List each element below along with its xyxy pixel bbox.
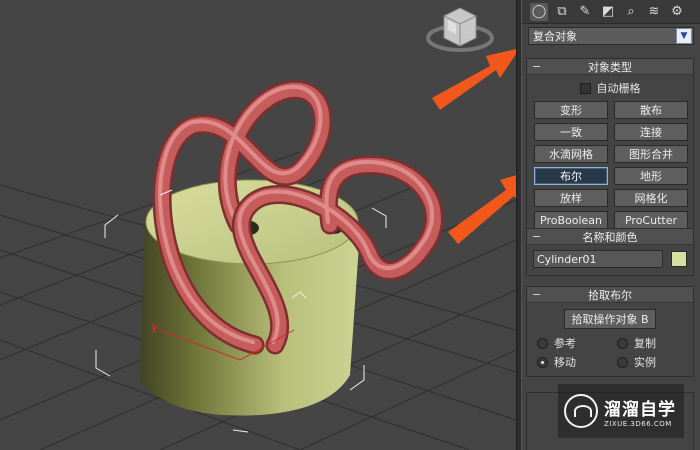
radio-move-label: 移动 bbox=[554, 356, 576, 369]
category-dropdown-value: 复合对象 bbox=[533, 30, 577, 43]
object-type-rollout: − 对象类型 自动栅格 变形 散布 一致 连接 水滴网格 图形合并 布尔 地形 … bbox=[526, 58, 694, 236]
object-type-buttons: 变形 散布 一致 连接 水滴网格 图形合并 布尔 地形 放样 网格化 ProBo… bbox=[527, 98, 693, 235]
chevron-down-icon[interactable]: ▼ bbox=[676, 28, 692, 44]
radio-instance[interactable]: 实例 bbox=[617, 354, 697, 370]
radio-move[interactable]: 移动 bbox=[537, 354, 617, 370]
collapse-icon[interactable]: − bbox=[532, 59, 541, 74]
lights-tab-icon[interactable]: ✎ bbox=[576, 3, 594, 21]
systems-tab-icon[interactable]: ⚙ bbox=[668, 3, 686, 21]
autogrid-row[interactable]: 自动栅格 bbox=[527, 78, 693, 98]
radio-instance-label: 实例 bbox=[634, 356, 656, 369]
operand-mode-options: 参考 复制 移动 实例 bbox=[527, 333, 693, 376]
morph-button[interactable]: 变形 bbox=[534, 101, 608, 119]
create-tab-icon[interactable]: ◯ bbox=[530, 2, 548, 21]
terrain-button[interactable]: 地形 bbox=[614, 167, 688, 185]
annotation-arrow-boolean bbox=[448, 175, 516, 244]
helpers-tab-icon[interactable]: ⌕ bbox=[622, 3, 640, 21]
watermark-sub-text: ZIXUE.3D66.COM bbox=[604, 419, 672, 428]
autogrid-checkbox[interactable] bbox=[579, 82, 591, 94]
shapes-tab-icon[interactable]: ⧉ bbox=[553, 3, 571, 21]
name-color-title: 名称和颜色 bbox=[582, 230, 638, 244]
object-name-field[interactable]: Cylinder01 bbox=[533, 250, 664, 268]
collapse-icon[interactable]: − bbox=[532, 229, 541, 244]
perspective-viewport[interactable]: y bbox=[0, 0, 516, 450]
spacewarps-tab-icon[interactable]: ≋ bbox=[645, 3, 663, 21]
watermark: 溜溜自学 ZIXUE.3D66.COM bbox=[558, 384, 684, 438]
object-color-swatch[interactable] bbox=[671, 251, 687, 267]
category-dropdown[interactable]: 复合对象 ▼ bbox=[528, 27, 694, 45]
connect-button[interactable]: 连接 bbox=[614, 123, 688, 141]
axis-y-label: y bbox=[152, 323, 158, 333]
viewcube-icon bbox=[426, 7, 494, 52]
command-panel-tabs: ◯ ⧉ ✎ ◩ ⌕ ≋ ⚙ bbox=[522, 0, 700, 24]
object-type-header[interactable]: − 对象类型 bbox=[527, 59, 693, 75]
pick-operand-b-button[interactable]: 拾取操作对象 B bbox=[564, 309, 656, 329]
object-type-title: 对象类型 bbox=[588, 60, 632, 74]
conform-button[interactable]: 一致 bbox=[534, 123, 608, 141]
autogrid-label: 自动栅格 bbox=[596, 82, 641, 95]
watermark-logo-icon bbox=[564, 394, 598, 428]
radio-reference-label: 参考 bbox=[554, 337, 576, 350]
pick-boolean-header[interactable]: − 拾取布尔 bbox=[527, 287, 693, 303]
shapemerge-button[interactable]: 图形合并 bbox=[614, 145, 688, 163]
name-color-header[interactable]: − 名称和颜色 bbox=[527, 229, 693, 245]
collapse-icon[interactable]: − bbox=[532, 287, 541, 302]
radio-copy[interactable]: 复制 bbox=[617, 335, 697, 351]
blobmesh-button[interactable]: 水滴网格 bbox=[534, 145, 608, 163]
loft-button[interactable]: 放样 bbox=[534, 189, 608, 207]
watermark-main-text: 溜溜自学 bbox=[604, 399, 676, 420]
viewport-scene: y bbox=[0, 7, 516, 450]
boolean-button[interactable]: 布尔 bbox=[534, 167, 608, 185]
cameras-tab-icon[interactable]: ◩ bbox=[599, 3, 617, 21]
command-panel: ◯ ⧉ ✎ ◩ ⌕ ≋ ⚙ 复合对象 ▼ − 对象类型 自动栅格 变形 散布 一… bbox=[522, 0, 700, 450]
pick-boolean-title: 拾取布尔 bbox=[588, 288, 632, 302]
scatter-button[interactable]: 散布 bbox=[614, 101, 688, 119]
proboolean-button[interactable]: ProBoolean bbox=[534, 211, 608, 229]
procutter-button[interactable]: ProCutter bbox=[614, 211, 688, 229]
radio-copy-label: 复制 bbox=[634, 337, 656, 350]
name-color-rollout: − 名称和颜色 Cylinder01 bbox=[526, 228, 694, 276]
mesher-button[interactable]: 网格化 bbox=[614, 189, 688, 207]
pick-boolean-rollout: − 拾取布尔 拾取操作对象 B 参考 复制 移动 实例 bbox=[526, 286, 694, 377]
radio-reference[interactable]: 参考 bbox=[537, 335, 617, 351]
annotation-arrow-dropdown bbox=[432, 48, 516, 110]
